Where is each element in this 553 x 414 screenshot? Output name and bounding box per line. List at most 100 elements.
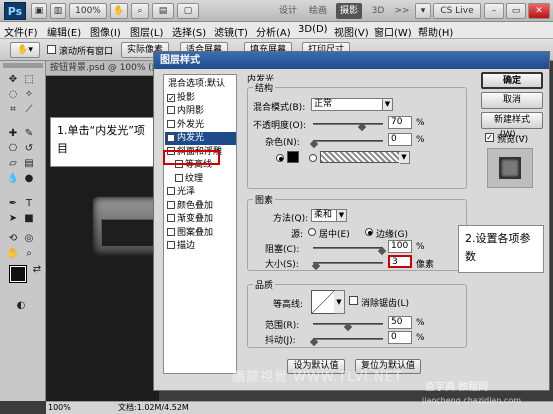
noise-slider[interactable] bbox=[313, 140, 383, 142]
workspace-3d[interactable]: 3D bbox=[367, 3, 389, 19]
gradient-tool-icon[interactable]: ▤ bbox=[22, 158, 36, 170]
size-input[interactable]: 3 bbox=[388, 255, 412, 268]
path-select-icon[interactable]: ➤ bbox=[6, 213, 20, 225]
style-checkbox[interactable] bbox=[167, 119, 175, 128]
bridge-icon[interactable]: ▣ bbox=[31, 3, 47, 19]
eyedropper-icon[interactable]: ⟋ bbox=[22, 104, 36, 116]
minimize-icon[interactable]: – bbox=[484, 3, 504, 19]
style-checkbox[interactable] bbox=[167, 214, 175, 222]
method-select[interactable]: 柔和 ▼ bbox=[311, 209, 347, 222]
mini-bridge-icon[interactable]: ▥ bbox=[50, 3, 66, 19]
contour-picker[interactable] bbox=[311, 290, 335, 314]
foreground-color-swatch[interactable] bbox=[9, 265, 27, 283]
cs-live-button[interactable]: CS Live bbox=[433, 3, 481, 19]
style-list-item[interactable]: ✓ 内发光 bbox=[165, 132, 236, 145]
style-list-item[interactable]: 光泽 bbox=[165, 186, 236, 199]
brush-tool-icon[interactable]: ✎ bbox=[22, 128, 36, 140]
style-list-item[interactable]: 外发光 bbox=[165, 119, 236, 132]
menu-window[interactable]: 窗口(W) bbox=[374, 24, 412, 39]
gradient-dropdown[interactable]: ▼ bbox=[399, 151, 410, 164]
swap-colors-icon[interactable]: ⇄ bbox=[30, 264, 44, 276]
style-list-item[interactable]: ✓ 投影 bbox=[165, 92, 236, 105]
menu-edit[interactable]: 编辑(E) bbox=[47, 24, 81, 39]
preview-checkbox[interactable]: ✓ bbox=[485, 133, 494, 142]
blur-tool-icon[interactable]: 💧 bbox=[6, 173, 20, 185]
screen-mode-icon[interactable]: ▢ bbox=[177, 3, 199, 19]
restore-icon[interactable]: ▭ bbox=[506, 3, 526, 19]
blend-mode-select[interactable]: 正常 ▼ bbox=[311, 98, 393, 111]
style-checkbox[interactable] bbox=[167, 241, 175, 249]
arrange-icon[interactable]: ▤ bbox=[152, 3, 174, 19]
zoom-tool-icon[interactable]: ⌕ bbox=[22, 248, 36, 260]
style-list-item[interactable]: 颜色叠加 bbox=[165, 200, 236, 213]
style-list-item[interactable]: 描边 bbox=[165, 240, 236, 253]
style-list-item[interactable]: 混合选项:默认 bbox=[165, 78, 236, 91]
choke-slider[interactable] bbox=[313, 247, 383, 249]
menu-image[interactable]: 图像(I) bbox=[90, 24, 121, 39]
menu-filter[interactable]: 滤镜(T) bbox=[214, 24, 248, 39]
glow-color-swatch[interactable] bbox=[287, 151, 299, 163]
cancel-button[interactable]: 取消 bbox=[481, 92, 543, 109]
menu-analysis[interactable]: 分析(A) bbox=[256, 24, 291, 39]
tool-preset-hand-icon[interactable]: ✋▾ bbox=[10, 42, 40, 58]
shape-tool-icon[interactable]: ■ bbox=[22, 213, 36, 225]
workspace-paint[interactable]: 绘画 bbox=[305, 3, 331, 19]
noise-input[interactable]: 0 bbox=[388, 133, 412, 146]
ok-button[interactable]: 确定 bbox=[481, 72, 543, 89]
zoom-icon[interactable]: ⌕ bbox=[131, 3, 149, 19]
gradient-picker[interactable] bbox=[320, 151, 400, 163]
jitter-input[interactable]: 0 bbox=[388, 331, 412, 344]
menu-help[interactable]: 帮助(H) bbox=[418, 24, 453, 39]
menu-3d[interactable]: 3D(D) bbox=[298, 24, 328, 35]
style-checkbox[interactable] bbox=[175, 173, 183, 182]
zoom-level[interactable]: 100% bbox=[48, 402, 71, 414]
center-radio[interactable] bbox=[308, 228, 316, 236]
style-checkbox[interactable] bbox=[167, 187, 175, 195]
size-slider[interactable] bbox=[313, 262, 383, 264]
style-list-item[interactable]: 纹理 bbox=[165, 173, 236, 186]
hand-tool-icon[interactable]: ✋ bbox=[6, 248, 20, 260]
new-style-button[interactable]: 新建样式(W)... bbox=[481, 112, 543, 140]
opacity-input[interactable]: 70 bbox=[388, 116, 412, 129]
color-radio[interactable] bbox=[276, 154, 284, 162]
style-list-item[interactable]: 内阴影 bbox=[165, 105, 236, 118]
workspace-photo[interactable]: 摄影 bbox=[336, 3, 362, 19]
jitter-slider[interactable] bbox=[313, 338, 383, 340]
zoom-select[interactable]: 100% bbox=[69, 3, 107, 19]
menu-view[interactable]: 视图(V) bbox=[334, 24, 369, 39]
type-tool-icon[interactable]: T bbox=[22, 198, 36, 210]
crop-tool-icon[interactable]: ⌗ bbox=[6, 104, 20, 116]
scroll-all-checkbox[interactable] bbox=[47, 45, 56, 54]
hand-icon[interactable]: ✋ bbox=[110, 3, 128, 19]
lasso-tool-icon[interactable]: ◌ bbox=[6, 89, 20, 101]
opacity-slider[interactable] bbox=[313, 123, 383, 125]
style-list-item[interactable]: 图案叠加 bbox=[165, 227, 236, 240]
clone-stamp-icon[interactable]: ⎔ bbox=[6, 143, 20, 155]
3d-orbit-icon[interactable]: ◎ bbox=[22, 233, 36, 245]
style-checkbox[interactable]: ✓ bbox=[167, 93, 175, 102]
contour-dropdown[interactable]: ▼ bbox=[334, 290, 345, 314]
gradient-radio[interactable] bbox=[309, 154, 317, 162]
healing-brush-icon[interactable]: ✚ bbox=[6, 128, 20, 140]
history-brush-icon[interactable]: ↺ bbox=[22, 143, 36, 155]
marquee-tool-icon[interactable]: ⬚ bbox=[22, 74, 36, 86]
close-icon[interactable]: ✕ bbox=[528, 3, 550, 19]
document-tab[interactable]: 按钮背景.psd @ 100% (内 bbox=[46, 61, 159, 76]
style-checkbox[interactable] bbox=[167, 200, 175, 209]
dodge-tool-icon[interactable]: ● bbox=[22, 173, 36, 185]
quick-mask-icon[interactable]: ◐ bbox=[14, 300, 28, 312]
menu-select[interactable]: 选择(S) bbox=[172, 24, 206, 39]
3d-rotate-icon[interactable]: ⟲ bbox=[6, 233, 20, 245]
workspace-dropdown-icon[interactable]: ▾ bbox=[415, 3, 431, 19]
move-tool-icon[interactable]: ✥ bbox=[6, 74, 20, 86]
antialias-checkbox[interactable] bbox=[349, 296, 358, 305]
edge-radio[interactable] bbox=[365, 228, 373, 236]
style-checkbox[interactable]: ✓ bbox=[167, 134, 175, 143]
menu-file[interactable]: 文件(F) bbox=[4, 24, 38, 39]
style-checkbox[interactable] bbox=[167, 227, 175, 236]
range-input[interactable]: 50 bbox=[388, 316, 412, 329]
eraser-tool-icon[interactable]: ▱ bbox=[6, 158, 20, 170]
style-checkbox[interactable] bbox=[167, 106, 175, 114]
choke-input[interactable]: 100 bbox=[388, 240, 412, 253]
style-list-item[interactable]: 渐变叠加 bbox=[165, 213, 236, 226]
